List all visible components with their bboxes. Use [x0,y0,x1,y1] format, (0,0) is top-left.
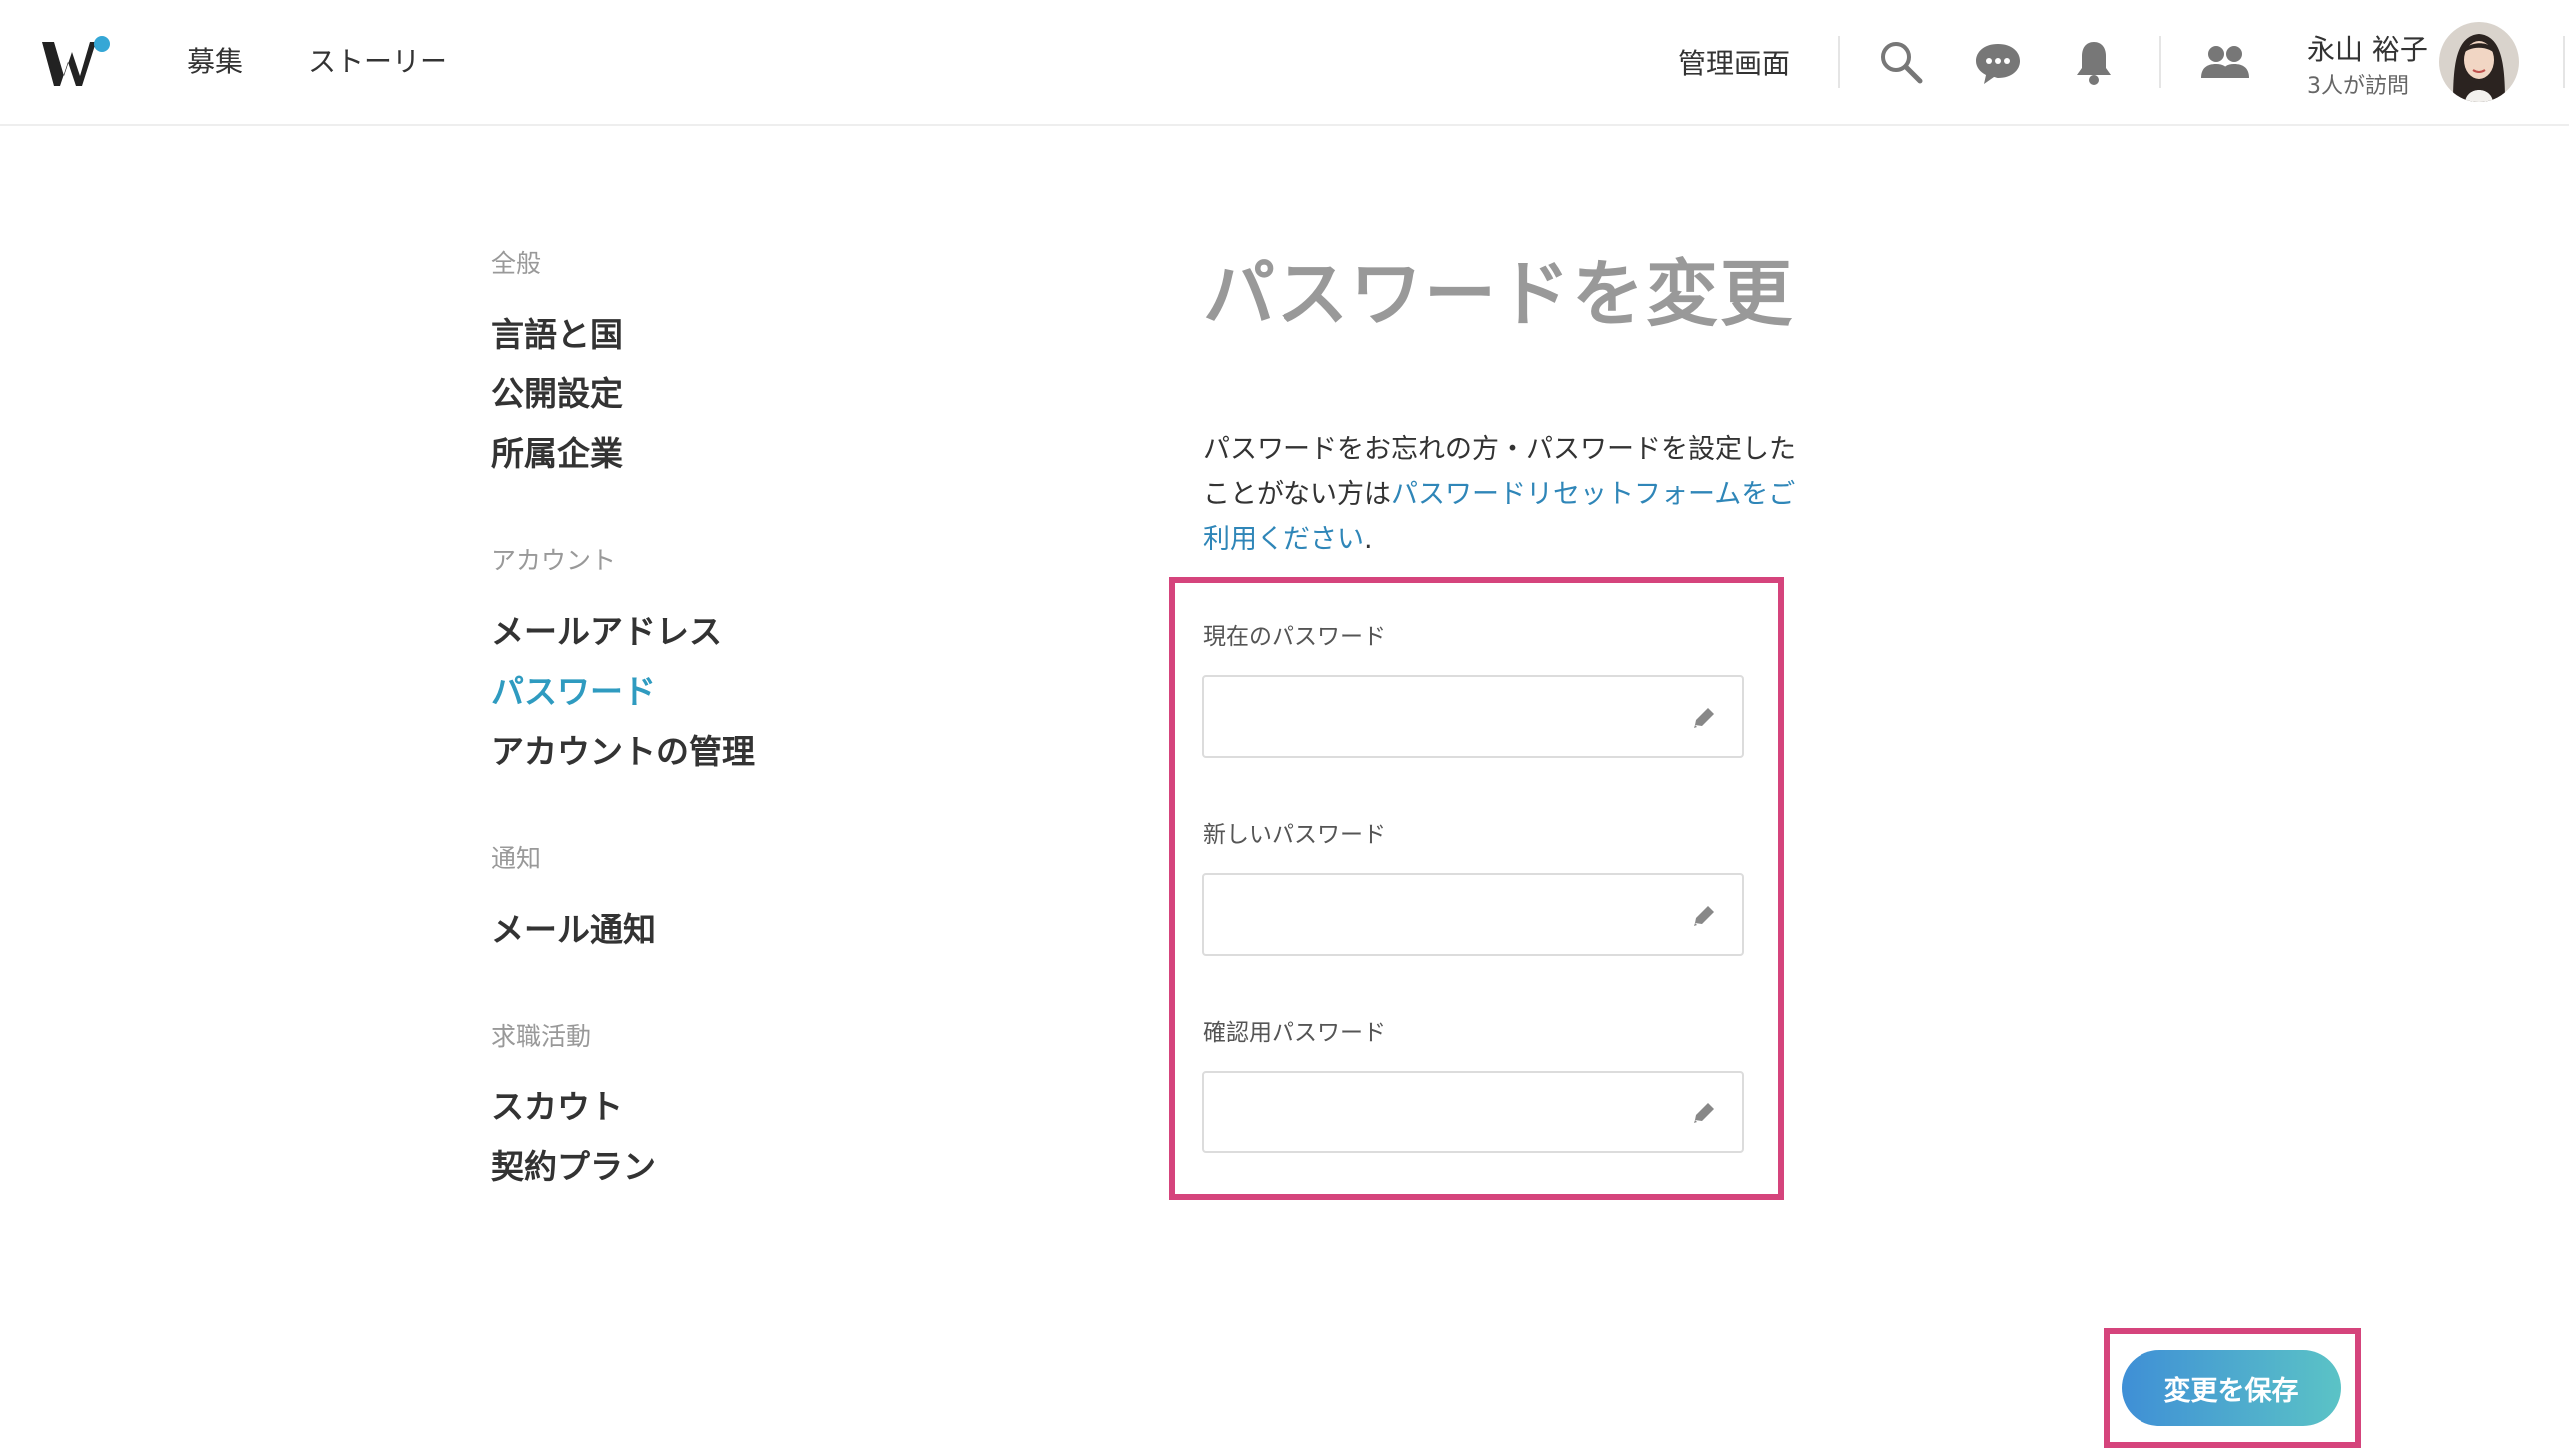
admin-link[interactable]: 管理画面 [1678,42,1790,82]
nav-story-link[interactable]: ストーリー [308,40,447,80]
avatar-image-icon [2439,22,2519,102]
section-title-job-search: 求職活動 [491,1022,592,1051]
sidebar-item-company[interactable]: 所属企業 [491,427,623,475]
wantedly-logo-icon[interactable] [40,34,116,90]
new-password-input[interactable] [1202,873,1744,956]
sidebar-item-password[interactable]: パスワード [491,665,656,713]
header-divider [2159,36,2161,88]
current-password-input[interactable] [1202,675,1744,758]
user-name[interactable]: 永山 裕子 [2307,28,2428,68]
top-header: 募集 ストーリー 管理画面 永山 裕子 3人が訪問 [0,0,2569,126]
section-title-account: アカウント [491,546,617,575]
confirm-password-input[interactable] [1202,1071,1744,1153]
new-password-label: 新しいパスワード [1203,822,1386,848]
notification-bell-icon[interactable] [2066,34,2122,90]
people-icon[interactable] [2197,34,2253,90]
sidebar-item-language-country[interactable]: 言語と国 [491,308,623,356]
pencil-icon [1694,1103,1714,1123]
profile-visits-count[interactable]: 3人が訪問 [2307,68,2409,100]
pencil-icon [1694,906,1714,926]
sidebar-item-scout[interactable]: スカウト [491,1081,623,1128]
sidebar-item-account-management[interactable]: アカウントの管理 [491,725,755,773]
pencil-icon [1694,708,1714,728]
search-icon[interactable] [1873,34,1929,90]
message-icon[interactable] [1970,34,2026,90]
current-password-label: 現在のパスワード [1203,624,1386,650]
confirm-password-label: 確認用パスワード [1203,1020,1386,1046]
avatar[interactable] [2439,22,2519,102]
save-changes-button[interactable]: 変更を保存 [2122,1350,2341,1426]
password-reset-info: パスワードをお忘れの方・パスワードを設定したことがない方はパスワードリセットフォ… [1203,427,1802,562]
nav-recruit-link[interactable]: 募集 [187,40,243,80]
header-divider [2563,36,2565,88]
sidebar-item-visibility[interactable]: 公開設定 [491,367,623,415]
sidebar-item-email-notifications[interactable]: メール通知 [491,903,656,951]
info-period: . [1364,524,1373,555]
sidebar-item-email[interactable]: メールアドレス [491,605,722,653]
section-title-general: 全般 [491,249,542,278]
section-title-notifications: 通知 [491,844,542,873]
header-divider [1838,36,1840,88]
sidebar-item-contract-plan[interactable]: 契約プラン [491,1140,656,1188]
page-title: パスワードを変更 [1203,252,1795,336]
